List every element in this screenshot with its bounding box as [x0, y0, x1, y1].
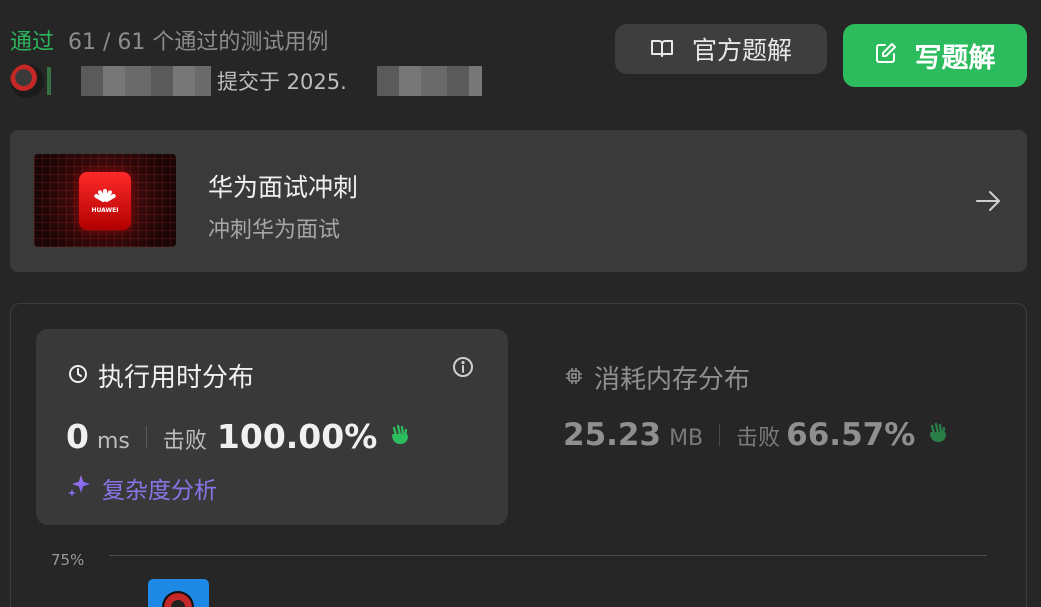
avatar[interactable] — [10, 64, 44, 98]
memory-unit: MB — [669, 426, 704, 451]
official-solution-button[interactable]: 官方题解 — [615, 24, 827, 74]
promo-title: 华为面试冲刺 — [208, 173, 359, 202]
memory-beats-label: 击败 — [736, 426, 781, 451]
runtime-card[interactable]: 执行用时分布 0 ms 击败 100.00% 复杂度分析 — [36, 329, 508, 525]
huawei-logo: HUAWEI — [79, 172, 131, 230]
edit-icon — [875, 40, 897, 71]
divider — [145, 425, 147, 448]
runtime-metric: 0 ms 击败 100.00% — [66, 417, 413, 456]
clap-icon — [387, 422, 413, 452]
official-solution-label: 官方题解 — [691, 36, 792, 65]
submission-meta: 提交于 2025. — [10, 64, 482, 98]
test-cases-count: 61 / 61 个通过的测试用例 — [68, 30, 329, 55]
chart-bar-user-avatar[interactable] — [148, 579, 209, 607]
runtime-value: 0 — [66, 417, 89, 456]
runtime-title: 执行用时分布 — [68, 357, 254, 394]
submitted-at: 提交于 2025. — [217, 70, 347, 94]
promo-banner[interactable]: HUAWEI 华为面试冲刺 冲刺华为面试 — [10, 130, 1027, 272]
avatar-indicator — [47, 67, 51, 95]
write-solution-button[interactable]: 写题解 — [843, 24, 1027, 87]
runtime-unit: ms — [96, 429, 130, 454]
chart-y-tick: 75% — [51, 551, 85, 569]
redacted-datetime — [376, 66, 482, 96]
promo-image: HUAWEI — [34, 154, 176, 247]
memory-beats-value: 66.57% — [786, 417, 916, 453]
complexity-analysis-link[interactable]: 复杂度分析 — [66, 471, 217, 505]
memory-metric: 25.23 MB 击败 66.57% — [563, 417, 951, 453]
info-icon[interactable] — [452, 356, 474, 382]
promo-subtitle: 冲刺华为面试 — [208, 218, 341, 243]
huawei-logo-text: HUAWEI — [91, 206, 119, 214]
book-open-icon — [650, 35, 674, 64]
submission-status: 通过 61 / 61 个通过的测试用例 — [10, 24, 328, 56]
clap-icon — [925, 420, 951, 450]
arrow-right-icon[interactable] — [973, 186, 1003, 220]
sparkle-icon — [66, 472, 94, 504]
redacted-username — [81, 66, 211, 96]
memory-value: 25.23 — [563, 417, 662, 453]
write-solution-label: 写题解 — [914, 43, 996, 74]
runtime-beats-label: 击败 — [162, 429, 207, 454]
chart-gridline — [109, 555, 987, 556]
divider — [719, 424, 721, 446]
complexity-label: 复杂度分析 — [102, 478, 217, 504]
chip-icon — [564, 363, 584, 393]
clock-icon — [68, 361, 88, 391]
memory-title-label: 消耗内存分布 — [594, 365, 751, 395]
runtime-beats-value: 100.00% — [216, 417, 378, 456]
performance-panel: 执行用时分布 0 ms 击败 100.00% 复杂度分析 消耗内存分布 25.2… — [10, 303, 1027, 607]
runtime-title-label: 执行用时分布 — [98, 363, 255, 393]
status-result: 通过 — [10, 30, 55, 55]
memory-title[interactable]: 消耗内存分布 — [564, 359, 750, 396]
